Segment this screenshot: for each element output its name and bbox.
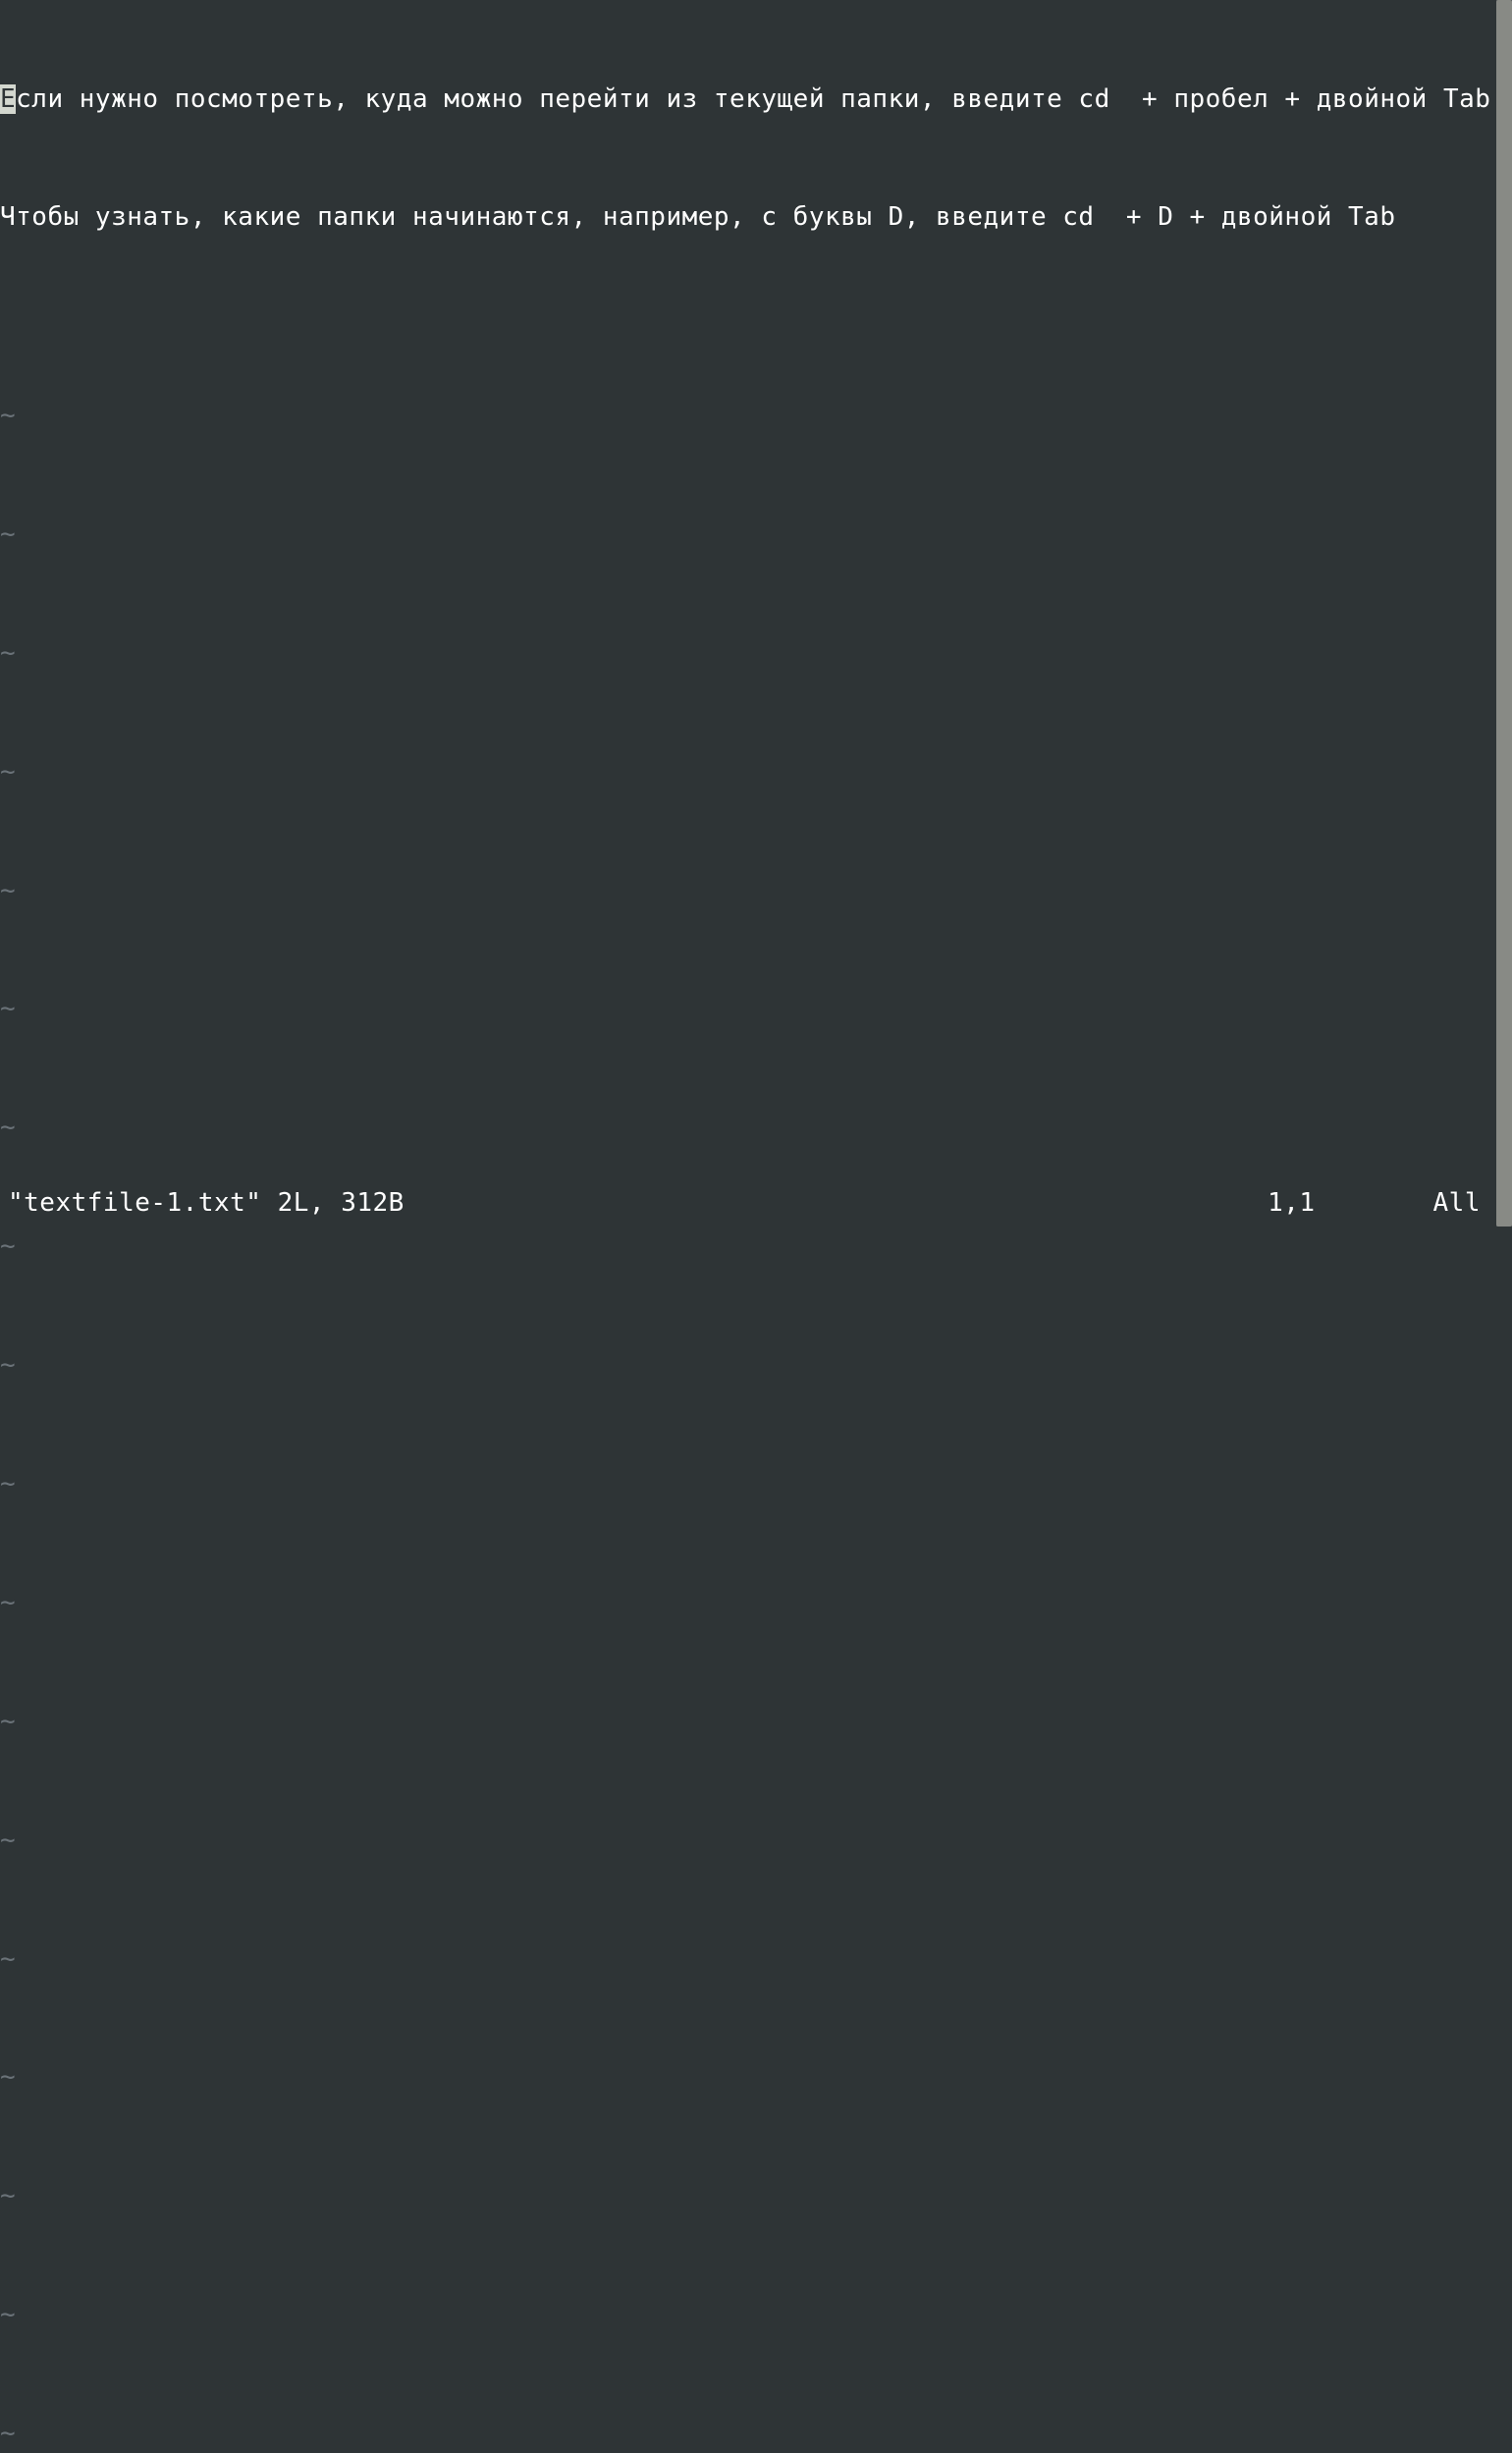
tilde-line: ~ (0, 2176, 1496, 2215)
status-scroll-indicator: All (1433, 1183, 1481, 1223)
cursor: Е (0, 84, 16, 114)
tilde-line: ~ (0, 515, 1496, 554)
status-bar: "textfile-1.txt" 2L, 312B 1,1 All (0, 1187, 1512, 1226)
tilde-line: ~ (0, 633, 1496, 673)
tilde-line: ~ (0, 1821, 1496, 1860)
tilde-line: ~ (0, 2295, 1496, 2334)
status-cursor-position: 1,1 (1268, 1183, 1315, 1223)
tilde-line: ~ (0, 1226, 1496, 1266)
tilde-line: ~ (0, 2414, 1496, 2453)
scrollbar-track[interactable] (1496, 0, 1512, 1226)
tilde-line: ~ (0, 1345, 1496, 1385)
status-filename: "textfile-1.txt" 2L, 312B (8, 1183, 405, 1223)
tilde-line: ~ (0, 1702, 1496, 1741)
tilde-line: ~ (0, 1939, 1496, 1979)
line1-rest: сли нужно посмотреть, куда можно перейти… (16, 84, 1490, 114)
tilde-line: ~ (0, 989, 1496, 1028)
tilde-line: ~ (0, 1108, 1496, 1147)
empty-lines: ~ ~ ~ ~ ~ ~ ~ ~ ~ ~ ~ ~ ~ ~ ~ ~ ~ ~ ~ ~ … (0, 316, 1496, 2453)
tilde-line: ~ (0, 396, 1496, 435)
tilde-line: ~ (0, 752, 1496, 791)
tilde-line: ~ (0, 871, 1496, 910)
scrollbar-thumb[interactable] (1496, 0, 1512, 1226)
tilde-line: ~ (0, 2057, 1496, 2097)
editor-buffer[interactable]: Если нужно посмотреть, куда можно перейт… (0, 0, 1496, 2453)
text-line-1: Если нужно посмотреть, куда можно перейт… (0, 80, 1496, 119)
text-line-2: Чтобы узнать, какие папки начинаются, на… (0, 197, 1496, 237)
tilde-line: ~ (0, 1464, 1496, 1503)
tilde-line: ~ (0, 1583, 1496, 1622)
